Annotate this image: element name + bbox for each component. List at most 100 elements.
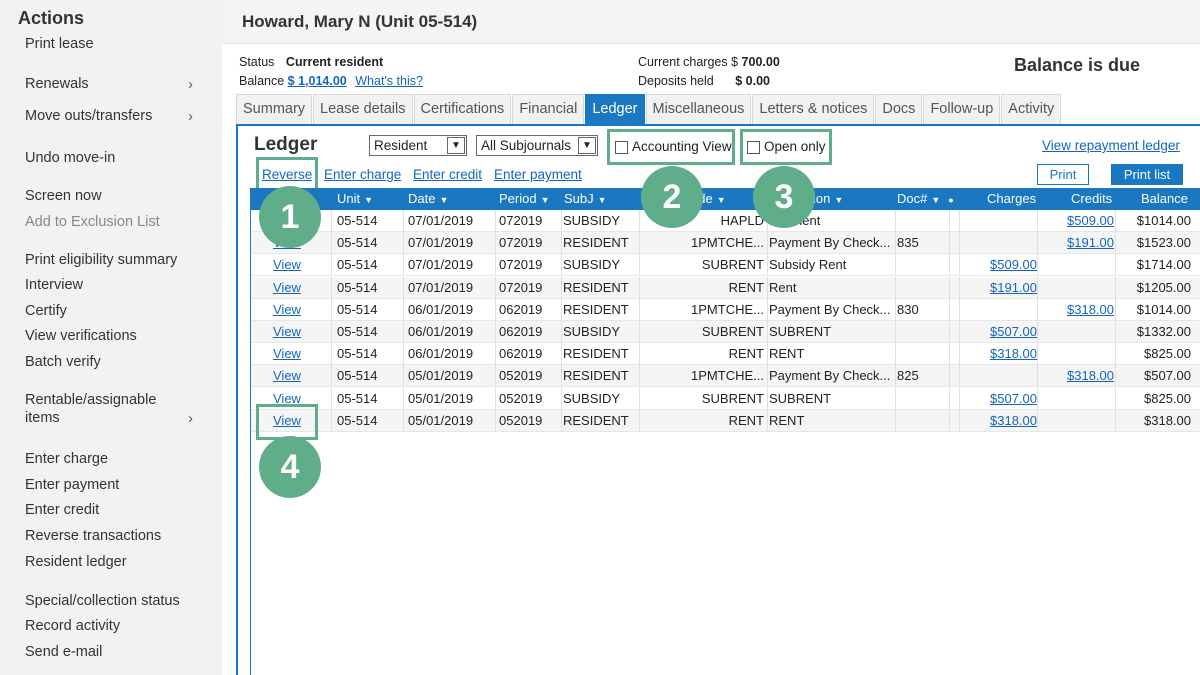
column-divider [1037,254,1038,277]
tab-follow-up[interactable]: Follow-up [923,94,1001,124]
chevron-down-icon: ▼ [578,137,596,154]
cell-unit: 05-514 [337,301,378,317]
cell-view-link[interactable]: View [273,324,333,339]
cell-description: RENT [769,412,805,428]
cell-credits[interactable]: $509.00 [1039,213,1114,228]
column-divider [561,276,562,299]
cell-date: 07/01/2019 [408,213,474,228]
column-doc[interactable]: Doc# ▼ ● [897,191,954,206]
tab-docs[interactable]: Docs [875,94,923,124]
column-unit[interactable]: Unit ▼ [337,191,373,206]
ledger-title: Ledger [254,134,318,155]
sidebar-item-0[interactable]: Print lease [25,36,94,52]
subjournal-select[interactable]: All Subjournals ▼ [476,135,598,156]
sidebar-item-7[interactable]: Interview [25,277,83,293]
cell-balance: $1014.00 [1136,213,1191,228]
sidebar-item-20[interactable]: Send e-mail [25,644,102,660]
tab-certifications[interactable]: Certifications [413,94,512,124]
column-credits[interactable]: Credits [1071,191,1112,206]
sidebar-item-16[interactable]: Reverse transactions [25,528,161,544]
view-repayment-ledger-link[interactable]: View repayment ledger [1042,138,1180,153]
tab-ledger[interactable]: Ledger [585,94,645,124]
column-divider [403,387,404,410]
column-divider [767,276,768,299]
print-list-button[interactable]: Print list [1111,164,1183,185]
tab-financial[interactable]: Financial [512,94,585,124]
column-menu-icon: ● [948,195,954,205]
column-divider [895,321,896,343]
tab-letters-notices[interactable]: Letters & notices [752,94,875,124]
column-charges[interactable]: Charges [987,191,1036,206]
sidebar-item-3[interactable]: Undo move-in [25,150,115,166]
cell-view-link[interactable]: View [273,280,333,295]
enter-charge-link[interactable]: Enter charge [324,167,401,182]
table-row: View 05-514 05/01/2019 052019 SUBSIDY SUBRENT… [251,387,1200,410]
cell-credits[interactable]: $318.00 [1039,368,1114,383]
cell-charges[interactable]: $318.00 [959,413,1037,428]
sidebar-item-17[interactable]: Resident ledger [25,554,127,570]
enter-credit-link[interactable]: Enter credit [413,167,482,182]
current-charges-label: Current charges $ [638,55,739,69]
cell-credits[interactable]: $191.00 [1039,235,1114,250]
cell-charges[interactable]: $507.00 [959,324,1037,339]
chevron-right-icon[interactable]: › [188,108,193,125]
tab-bar: Summary Lease details Certifications Financ… [236,94,1062,124]
chevron-right-icon[interactable]: › [188,76,193,93]
tab-miscellaneous[interactable]: Miscellaneous [645,94,752,124]
column-divider [561,387,562,410]
tab-activity[interactable]: Activity [1001,94,1062,124]
sidebar-item-12[interactable]: items [25,410,60,426]
sidebar-item-4[interactable]: Screen now [25,188,102,204]
cell-date: 05/01/2019 [408,390,474,406]
cell-credits[interactable]: $318.00 [1039,302,1114,317]
column-divider [1037,276,1038,299]
cell-balance: $1205.00 [1136,279,1191,295]
ledger-panel: Ledger Resident ▼ All Subjournals ▼ Acco… [236,124,1200,675]
column-divider [561,343,562,366]
cell-view-link[interactable]: View [273,346,333,361]
tab-summary[interactable]: Summary [236,94,313,124]
current-charges-value: 700.00 [741,55,780,69]
column-subj[interactable]: SubJ ▼ [564,191,607,206]
sidebar-item-14[interactable]: Enter payment [25,477,119,493]
column-divider [403,254,404,277]
print-button[interactable]: Print [1037,164,1089,185]
sidebar-item-15[interactable]: Enter credit [25,502,99,518]
cell-charges[interactable]: $191.00 [959,280,1037,295]
column-divider [767,409,768,432]
cell-view-link[interactable]: View [273,368,333,383]
tab-lease-details[interactable]: Lease details [313,94,413,124]
sidebar-item-11[interactable]: Rentable/assignable [25,392,156,408]
column-description[interactable]: ion ▼ [813,191,843,206]
column-divider [959,365,960,388]
sidebar-item-2[interactable]: Move outs/transfers [25,108,152,124]
cell-view-link[interactable]: View [273,302,333,317]
column-period[interactable]: Period ▼ [499,191,550,206]
balance-value-link[interactable]: $ 1,014.00 [288,74,347,88]
cell-unit: 05-514 [337,279,378,295]
sort-icon: ▼ [439,195,449,205]
cell-subj: RESIDENT [563,279,629,295]
sidebar-item-1[interactable]: Renewals [25,76,89,92]
sidebar-item-10[interactable]: Batch verify [25,354,101,370]
cell-charges[interactable]: $318.00 [959,346,1037,361]
enter-payment-link[interactable]: Enter payment [494,167,582,182]
sidebar-item-13[interactable]: Enter charge [25,451,108,467]
column-date[interactable]: Date ▼ [408,191,448,206]
column-divider [949,321,950,343]
cell-subj: RESIDENT [563,235,629,251]
column-balance[interactable]: Balance [1141,191,1188,206]
whats-this-link[interactable]: What's this? [355,74,423,88]
subjournal-select-value: All Subjournals [481,138,572,153]
cell-view-link[interactable]: View [273,257,333,272]
cell-period: 062019 [499,324,543,339]
sidebar-item-19[interactable]: Record activity [25,618,120,634]
cell-charges[interactable]: $509.00 [959,257,1037,272]
chevron-right-icon[interactable]: › [188,410,193,427]
cell-charges[interactable]: $507.00 [959,391,1037,406]
sidebar-item-6[interactable]: Print eligibility summary [25,252,177,268]
sidebar-item-18[interactable]: Special/collection status [25,593,180,609]
resident-select[interactable]: Resident ▼ [369,135,467,156]
sidebar-item-9[interactable]: View verifications [25,328,137,344]
sidebar-item-8[interactable]: Certify [25,303,67,319]
